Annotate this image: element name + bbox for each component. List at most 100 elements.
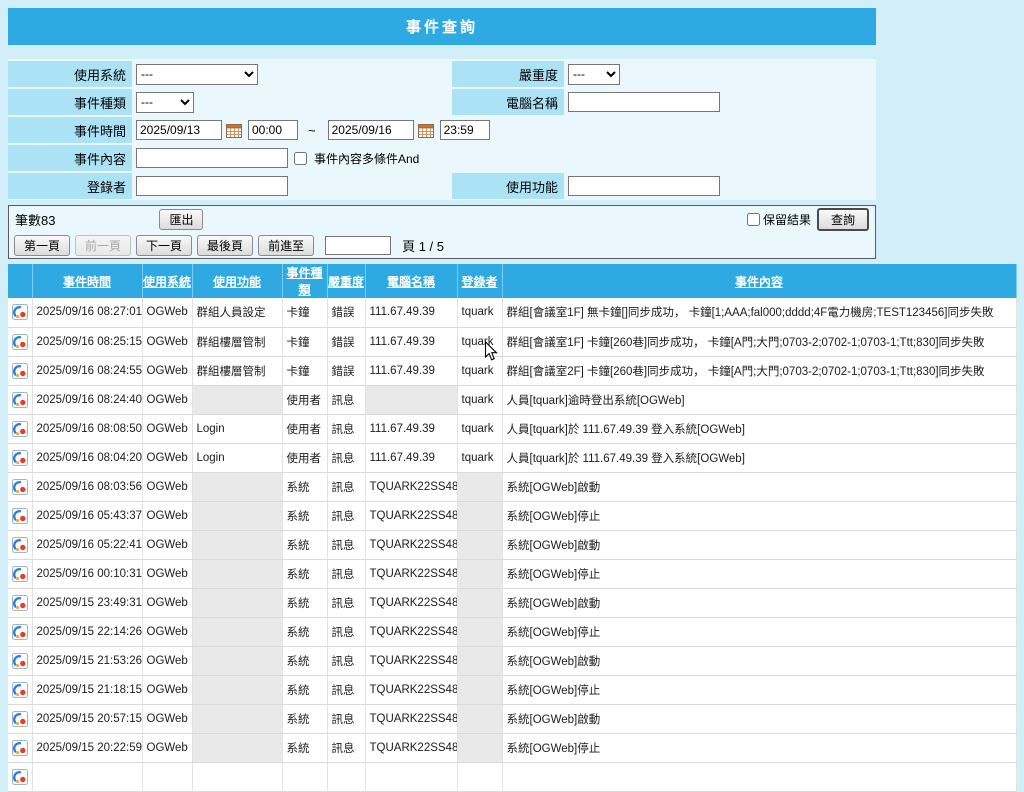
cell-event-time: 2025/09/16 08:24:40 <box>32 385 143 415</box>
table-row: 2025/09/16 08:04:20 OGWeb Login 使用者 訊息 111.67… <box>8 443 1017 473</box>
event-table-body: 2025/09/16 08:27:01 OGWeb 群組人員設定 卡鐘 錯誤 111.67… <box>8 298 1017 792</box>
cell-function <box>192 501 283 531</box>
event-detail-icon[interactable] <box>8 501 33 531</box>
system-select[interactable]: --- <box>136 63 258 85</box>
column-header-8[interactable]: 事件內容 <box>502 264 1017 298</box>
cell-logger: tquark <box>457 385 503 415</box>
event-detail-icon[interactable] <box>8 704 33 734</box>
cell-event-time: 2025/09/16 00:10:31 <box>32 559 143 589</box>
keep-results-checkbox[interactable] <box>746 213 760 226</box>
event-detail-icon[interactable] <box>8 617 33 647</box>
cell-function <box>192 646 283 676</box>
cell-event-time: 2025/09/15 20:22:59 <box>32 733 143 763</box>
prev-page-button[interactable]: 前一頁 <box>75 235 132 256</box>
cell-computer: TQUARK22SS48 <box>365 559 458 589</box>
event-detail-icon[interactable] <box>8 356 33 386</box>
cell-logger <box>457 472 503 502</box>
cell-logger <box>457 588 503 618</box>
event-detail-icon[interactable] <box>8 327 33 357</box>
table-row <box>8 762 1017 792</box>
cell-system: OGWeb <box>142 559 193 589</box>
cell-content: 系統[OGWeb]停止 <box>502 617 1017 647</box>
query-button[interactable]: 查詢 <box>816 208 869 231</box>
cell-logger: tquark <box>457 414 503 444</box>
table-row: 2025/09/15 21:53:26 OGWeb 系統 訊息 TQUARK22SS48… <box>8 646 1017 676</box>
cell-kind: 系統 <box>282 472 328 502</box>
event-detail-icon[interactable] <box>8 733 33 763</box>
cell-severity: 訊息 <box>327 733 366 763</box>
pagination-row: 第一頁 前一頁 下一頁 最後頁 前進至 頁 1 / 5 <box>9 233 875 258</box>
column-header-3[interactable]: 使用功能 <box>192 264 283 298</box>
event-detail-icon[interactable] <box>8 559 33 589</box>
cell-logger <box>457 559 503 589</box>
table-row: 2025/09/15 20:57:15 OGWeb 系統 訊息 TQUARK22SS48… <box>8 704 1017 734</box>
column-header-2[interactable]: 使用系統 <box>142 264 193 298</box>
function-input[interactable] <box>568 176 720 196</box>
export-button[interactable]: 匯出 <box>159 209 204 230</box>
first-page-button[interactable]: 第一頁 <box>14 235 71 256</box>
cell-logger <box>457 617 503 647</box>
filter-row-logger-function: 登錄者 使用功能 <box>8 173 876 199</box>
event-detail-icon[interactable] <box>8 675 33 705</box>
column-header-6[interactable]: 電腦名稱 <box>365 264 458 298</box>
event-detail-icon[interactable] <box>8 298 33 328</box>
cell-severity: 訊息 <box>327 646 366 676</box>
table-row: 2025/09/16 08:08:50 OGWeb Login 使用者 訊息 111.67… <box>8 414 1017 444</box>
event-detail-icon[interactable] <box>8 385 33 415</box>
cell-logger: tquark <box>457 298 503 328</box>
cell-kind: 系統 <box>282 501 328 531</box>
end-date-input[interactable] <box>327 120 414 140</box>
cell-function <box>192 617 283 647</box>
cell-system: OGWeb <box>142 298 193 328</box>
event-detail-icon[interactable] <box>8 588 33 618</box>
column-header-icon <box>8 264 33 298</box>
calendar-icon-start[interactable] <box>226 122 244 138</box>
event-detail-icon[interactable] <box>8 762 33 792</box>
event-detail-icon[interactable] <box>8 646 33 676</box>
column-header-1[interactable]: 事件時間 <box>32 264 143 298</box>
cell-event-time: 2025/09/16 08:04:20 <box>32 443 143 473</box>
keep-results-label: 保留結果 <box>762 213 811 227</box>
cell-logger: tquark <box>457 327 503 357</box>
goto-page-input[interactable] <box>325 236 392 255</box>
event-content-input[interactable] <box>136 148 288 168</box>
cell-logger <box>457 675 503 705</box>
event-detail-icon[interactable] <box>8 472 33 502</box>
event-detail-icon[interactable] <box>8 443 33 473</box>
event-kind-select[interactable]: --- <box>136 91 194 113</box>
next-page-button[interactable]: 下一頁 <box>136 235 193 256</box>
event-kind-label: 事件種類 <box>8 89 132 115</box>
last-page-button[interactable]: 最後頁 <box>197 235 254 256</box>
cell-computer: 111.67.49.39 <box>365 298 458 328</box>
cell-event-time: 2025/09/16 08:08:50 <box>32 414 143 444</box>
cell-system <box>142 762 193 792</box>
cell-kind: 卡鐘 <box>282 327 328 357</box>
event-detail-icon[interactable] <box>8 414 33 444</box>
cell-kind <box>282 762 328 792</box>
cell-system: OGWeb <box>142 646 193 676</box>
cell-severity: 訊息 <box>327 385 366 415</box>
column-header-4[interactable]: 事件種類 <box>282 264 328 298</box>
table-row: 2025/09/16 08:24:55 OGWeb 群組樓層管制 卡鐘 錯誤 111.67… <box>8 356 1017 386</box>
cell-system: OGWeb <box>142 385 193 415</box>
column-header-7[interactable]: 登錄者 <box>457 264 503 298</box>
severity-select[interactable]: --- <box>568 63 620 85</box>
column-header-5[interactable]: 嚴重度 <box>327 264 366 298</box>
computer-name-input[interactable] <box>568 92 720 112</box>
cell-system: OGWeb <box>142 501 193 531</box>
cell-content: 系統[OGWeb]停止 <box>502 733 1017 763</box>
goto-page-button[interactable]: 前進至 <box>258 235 315 256</box>
start-time-input[interactable] <box>248 120 298 140</box>
logger-input[interactable] <box>136 176 288 196</box>
cell-system: OGWeb <box>142 443 193 473</box>
cell-content: 系統[OGWeb]停止 <box>502 501 1017 531</box>
content-and-checkbox[interactable] <box>294 151 307 165</box>
event-detail-icon[interactable] <box>8 530 33 560</box>
end-time-input[interactable] <box>439 120 490 140</box>
cell-event-time: 2025/09/16 08:03:56 <box>32 472 143 502</box>
calendar-icon-end[interactable] <box>417 122 436 138</box>
cell-content: 人員[tquark]於 111.67.49.39 登入系統[OGWeb] <box>502 443 1017 473</box>
filter-panel: 使用系統 --- 嚴重度 --- 事件種類 --- 電腦名稱 事件時間 2025… <box>8 59 876 200</box>
start-date-input[interactable] <box>136 120 222 140</box>
cell-severity: 錯誤 <box>327 356 366 386</box>
